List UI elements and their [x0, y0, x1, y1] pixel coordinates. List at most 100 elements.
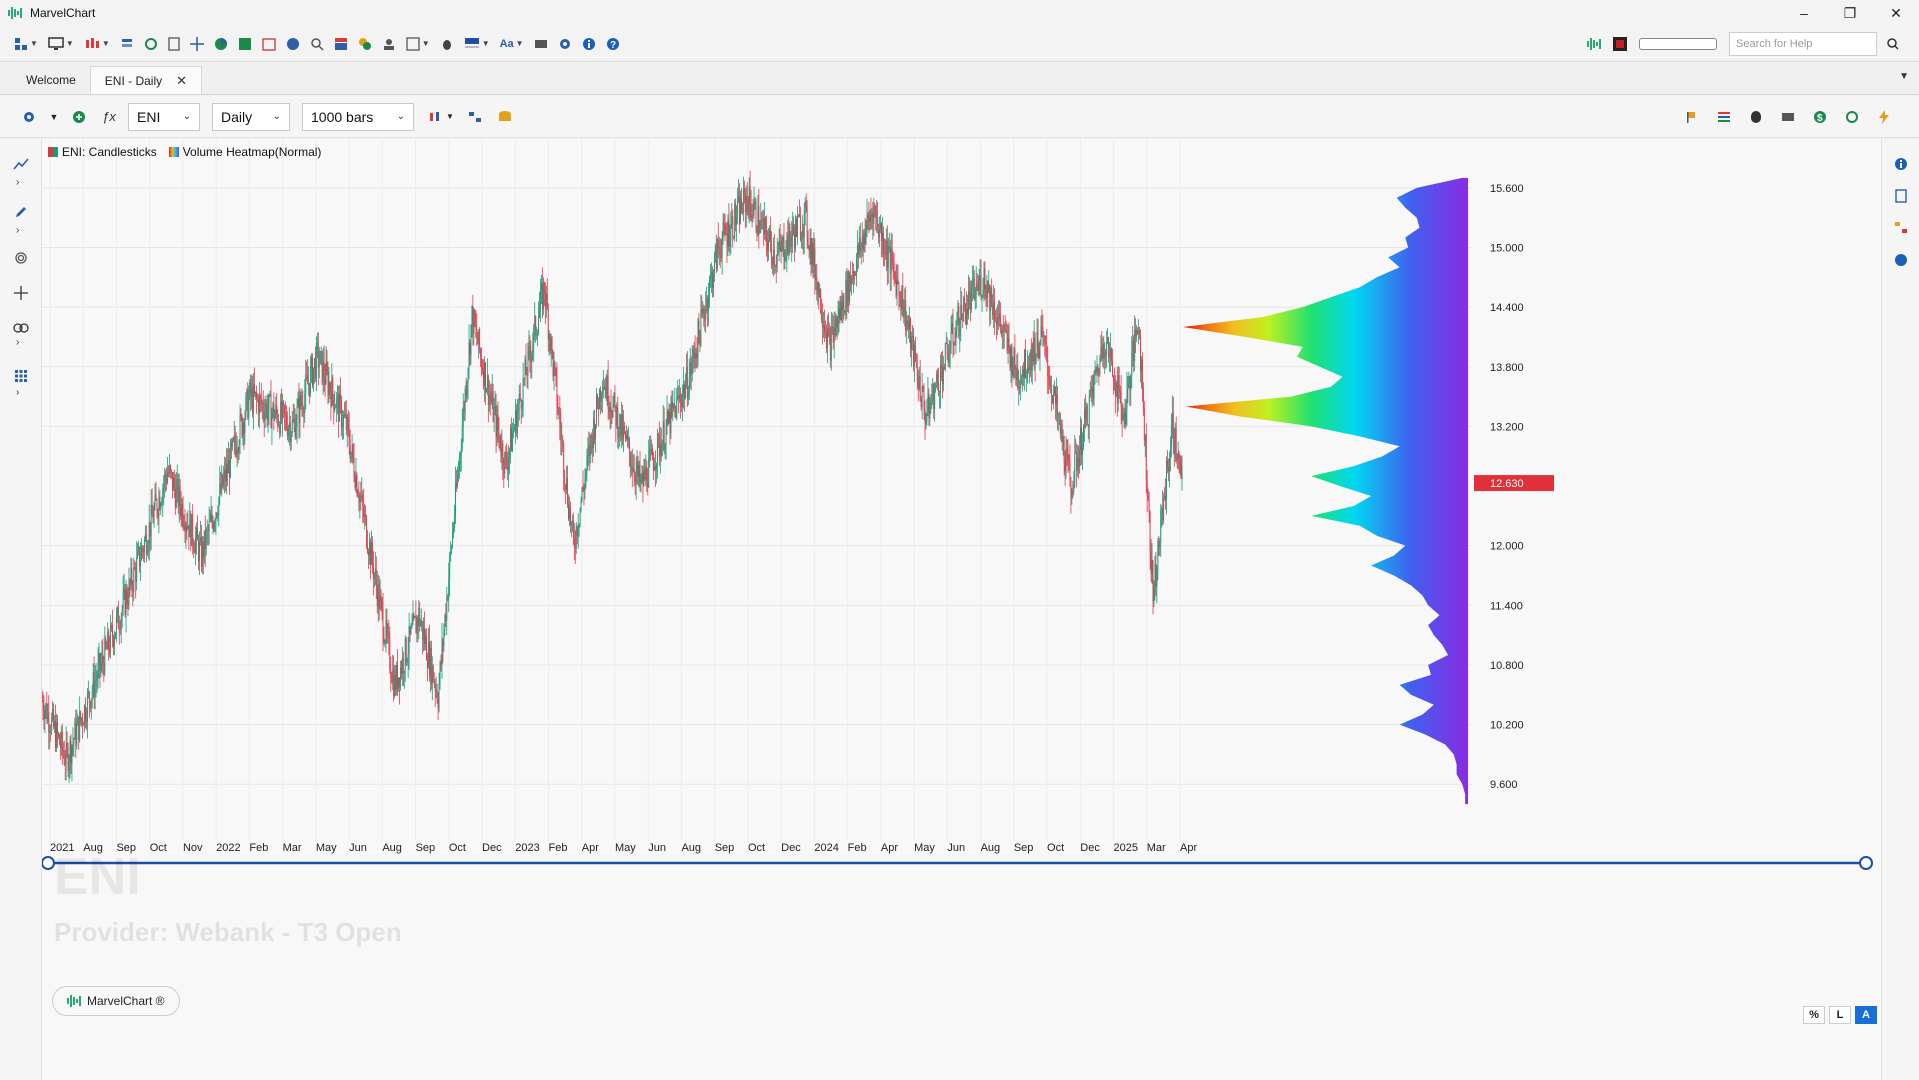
globe-panel-button[interactable] — [1892, 251, 1910, 269]
auto-scale-button[interactable]: A — [1855, 1006, 1877, 1024]
search-user-button[interactable] — [310, 32, 324, 56]
help-button[interactable]: ? — [606, 32, 620, 56]
levels-button[interactable] — [1713, 106, 1735, 128]
flag-button[interactable] — [1681, 106, 1703, 128]
tree-panel-button[interactable] — [1892, 219, 1910, 237]
formula-button[interactable]: ƒx — [98, 106, 120, 128]
history-button[interactable] — [1841, 106, 1863, 128]
calendar-green-button[interactable] — [238, 32, 252, 56]
candle-body — [496, 414, 498, 437]
scrollbar-left-handle[interactable] — [42, 856, 55, 870]
info-panel-button[interactable] — [1892, 155, 1910, 173]
grid-tool[interactable] — [12, 367, 30, 385]
chevron-right-icon[interactable]: › — [16, 337, 19, 348]
layers-button[interactable] — [120, 32, 134, 56]
candle-body — [1171, 412, 1173, 426]
candle-body — [725, 234, 727, 236]
chevron-right-icon[interactable]: › — [16, 387, 19, 398]
refresh-button[interactable] — [144, 32, 158, 56]
document-button[interactable] — [168, 32, 180, 56]
add-indicator-button[interactable] — [68, 106, 90, 128]
chart-area[interactable]: 15.600 15.000 14.400 13.800 13.200 12.000 11.4… — [42, 139, 1881, 1080]
symbol-select[interactable]: ENI ⌄ — [128, 102, 200, 131]
candle-body — [851, 278, 853, 285]
chart-type-button[interactable]: ▼ — [84, 32, 110, 56]
chevron-down-icon: ⌄ — [272, 111, 281, 122]
color-button[interactable]: ▼ — [464, 32, 490, 56]
info-button[interactable] — [582, 32, 596, 56]
candle-body — [1169, 447, 1171, 458]
chart-settings-button[interactable] — [18, 106, 40, 128]
keyboard-button[interactable] — [534, 32, 548, 56]
globe-button[interactable] — [286, 32, 300, 56]
candle-body — [539, 308, 540, 319]
calendar-button[interactable] — [262, 32, 276, 56]
candle-body — [1033, 337, 1035, 362]
legend-item-volume[interactable]: Volume Heatmap(Normal) — [168, 145, 321, 159]
minimize-button[interactable]: – — [1781, 0, 1827, 26]
fingerprint-tool[interactable] — [12, 249, 30, 267]
crosshair-button[interactable] — [189, 32, 204, 56]
percent-scale-button[interactable]: % — [1803, 1006, 1825, 1024]
keyboard-shortcut-button[interactable] — [1777, 106, 1799, 128]
pencil-tool[interactable] — [12, 203, 30, 221]
chevron-right-icon[interactable]: › — [16, 177, 19, 188]
candle-body — [575, 526, 577, 549]
terminal-icon[interactable] — [1613, 37, 1627, 51]
candle-body — [954, 344, 956, 346]
compare-button[interactable] — [464, 106, 486, 128]
table-button[interactable] — [334, 32, 348, 56]
tab-welcome[interactable]: Welcome — [12, 66, 90, 94]
help-search-input[interactable]: Search for Help — [1729, 32, 1877, 56]
candle-body — [437, 700, 439, 709]
chart-style-button[interactable]: ▼ — [426, 106, 456, 128]
layout-button[interactable]: ▼ — [406, 32, 430, 56]
candle-body — [403, 671, 405, 674]
candle-body — [468, 342, 470, 370]
candle-body — [876, 217, 878, 219]
close-window-button[interactable]: ✕ — [1873, 0, 1919, 26]
restore-button[interactable]: ❐ — [1827, 0, 1873, 26]
dollar-button[interactable]: $ — [1809, 106, 1831, 128]
chart-settings-dropdown[interactable]: ▼ — [48, 106, 60, 128]
chevron-down-icon[interactable]: ▼ — [1899, 71, 1909, 82]
user-pin-button[interactable] — [382, 32, 396, 56]
search-button[interactable] — [1881, 32, 1905, 56]
candle-body — [684, 384, 685, 398]
timeframe-select[interactable]: Daily ⌄ — [212, 102, 290, 131]
chevron-right-icon[interactable]: › — [16, 225, 19, 236]
legend-item-candles[interactable]: ENI: Candlesticks — [48, 145, 157, 159]
candle-body — [819, 289, 821, 298]
trendline-tool[interactable] — [12, 155, 30, 173]
bars-count-select[interactable]: 1000 bars ⌄ — [302, 102, 414, 131]
candle-body — [789, 223, 791, 239]
font-button[interactable]: Aa ▼ — [500, 32, 524, 56]
candle-body — [353, 458, 355, 478]
bug-button[interactable] — [440, 32, 454, 56]
candle-body — [908, 324, 910, 329]
tab-eni-daily[interactable]: ENI - Daily ✕ — [89, 66, 203, 94]
notes-panel-button[interactable] — [1892, 187, 1910, 205]
candle-body — [553, 363, 555, 376]
link-tool[interactable] — [12, 319, 30, 337]
x-axis-label: 2022 — [216, 842, 240, 854]
settings-button[interactable] — [558, 32, 572, 56]
log-scale-button[interactable]: L — [1829, 1006, 1851, 1024]
crosshair-tool[interactable] — [12, 284, 30, 302]
workspace-menu-button[interactable]: ▼ — [14, 32, 38, 56]
scrollbar-right-handle[interactable] — [1859, 856, 1873, 870]
svg-text:?: ? — [610, 40, 616, 51]
mouse-button[interactable] — [1745, 106, 1767, 128]
brand-pill-button[interactable]: MarvelChart ® — [52, 986, 180, 1016]
candle-body — [126, 590, 128, 604]
pie-button[interactable] — [214, 32, 228, 56]
monitor-menu-button[interactable]: ▼ — [48, 32, 74, 56]
lightning-button[interactable] — [1873, 106, 1895, 128]
close-tab-icon[interactable]: ✕ — [176, 73, 187, 89]
candle-body — [321, 350, 323, 383]
database-button[interactable] — [494, 106, 516, 128]
cluster-button[interactable] — [358, 32, 372, 56]
candle-body — [115, 615, 117, 633]
candle-body — [354, 477, 356, 488]
marvelchart-icon[interactable] — [1587, 36, 1603, 52]
